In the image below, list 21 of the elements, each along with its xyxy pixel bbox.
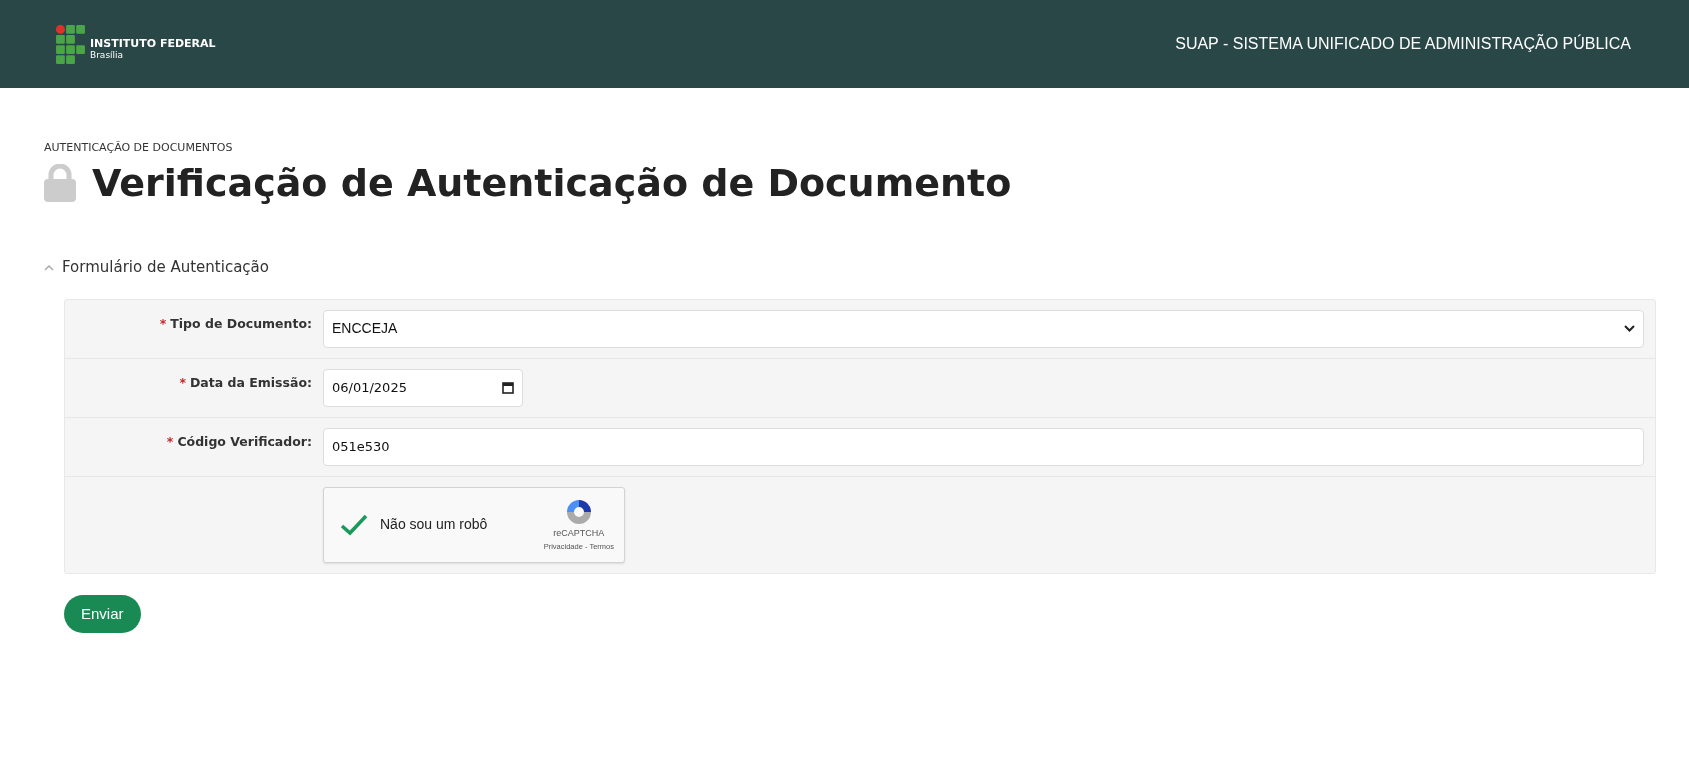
section-title[interactable]: Formulário de Autenticação — [62, 256, 269, 279]
system-name: SUAP - SISTEMA UNIFICADO DE ADMINISTRAÇÃO PÚBLICA — [1175, 33, 1631, 54]
chevron-down-icon — [1624, 325, 1635, 333]
field-label: * Data da Emissão: — [179, 374, 312, 390]
date-field[interactable]: 06/01/2025 — [323, 368, 523, 407]
logo-title: INSTITUTO FEDERAL — [90, 38, 216, 51]
checkmark-icon[interactable] — [340, 513, 368, 536]
calendar-icon[interactable] — [502, 381, 514, 395]
logo-subtitle: Brasília — [90, 50, 125, 60]
submit-button[interactable]: Enviar — [64, 594, 141, 634]
document-type-select[interactable]: ENCCEJA — [323, 309, 1644, 348]
field-label: * Código Verificador: — [166, 433, 312, 449]
recaptcha-brand: reCAPTCHA — [553, 527, 605, 541]
chevron-up-icon[interactable] — [44, 263, 54, 271]
captcha-label: Não sou um robô — [380, 515, 488, 535]
breadcrumb: AUTENTICAÇÃO DE DOCUMENTOS — [44, 140, 234, 156]
lock-icon — [44, 164, 76, 203]
verification-code-field[interactable]: 051e530 — [323, 427, 1644, 466]
logo-icon — [55, 24, 86, 64]
field-label: * Tipo de Documento: — [159, 315, 312, 331]
page-title: Verificação de Autenticação de Documento — [92, 160, 1012, 207]
